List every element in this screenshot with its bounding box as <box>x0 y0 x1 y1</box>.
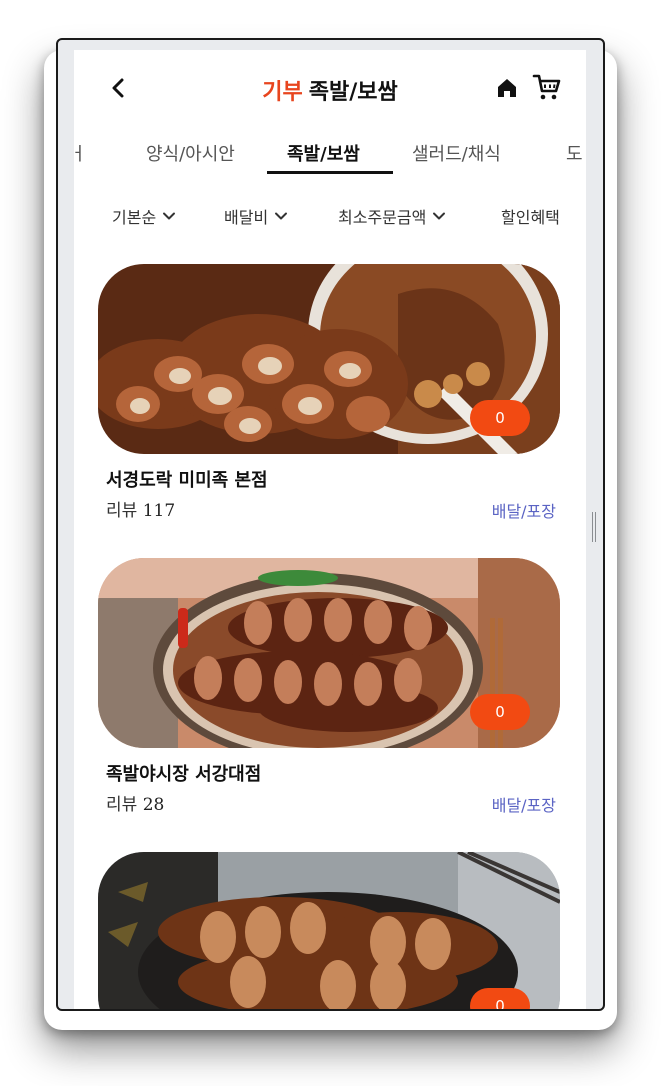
tab-partial-left[interactable]: ㅓ <box>74 140 87 166</box>
tab-salad-vegan[interactable]: 샐러드/채식 <box>412 140 501 166</box>
filter-label: 할인혜택 <box>501 208 560 227</box>
chevron-down-icon <box>433 212 446 220</box>
home-icon <box>498 79 516 97</box>
filter-sort[interactable]: 기본순 <box>112 204 176 228</box>
count-badge: 0 <box>470 988 530 1009</box>
count-badge: 0 <box>470 400 530 436</box>
delivery-type: 배달/포장 <box>491 502 556 521</box>
restaurant-name: 족발야시장 서강대점 <box>106 764 262 785</box>
filter-delivery-fee[interactable]: 배달비 <box>224 204 288 228</box>
category-title: 족발/보쌈 <box>308 80 398 105</box>
restaurant-card[interactable]: 0 족발야시장 서강대점 리뷰 28 배달/포장 <box>98 558 560 818</box>
review-info: 리뷰 28 <box>106 790 164 815</box>
review-label: 리뷰 <box>106 795 138 815</box>
brand-name: 기부 <box>262 80 303 105</box>
restaurant-card[interactable]: 0 서경도락 미미족 본점 리뷰 117 배달/포장 <box>98 264 560 524</box>
cart-button[interactable] <box>532 72 562 102</box>
restaurant-name: 서경도락 미미족 본점 <box>106 470 268 491</box>
home-button[interactable] <box>495 76 519 100</box>
filter-min-order[interactable]: 최소주문금액 <box>338 204 446 228</box>
filter-label: 배달비 <box>224 208 269 227</box>
device-frame: 기부족발/보쌈 ㅓ 양식/아시안 족 <box>56 38 605 1011</box>
scroll-handle[interactable] <box>592 512 596 542</box>
chevron-down-icon <box>275 212 288 220</box>
chevron-down-icon <box>163 212 176 220</box>
tab-partial-right[interactable]: 도 <box>566 140 583 166</box>
filter-label: 최소주문금액 <box>338 208 427 227</box>
filter-discount[interactable]: 할인혜택 <box>501 204 586 228</box>
review-count: 117 <box>142 501 176 521</box>
filter-label: 기본순 <box>112 208 157 227</box>
active-tab-indicator <box>267 171 393 174</box>
delivery-type: 배달/포장 <box>491 796 556 815</box>
tab-western-asian[interactable]: 양식/아시안 <box>146 140 235 166</box>
cart-icon <box>532 74 561 100</box>
tab-jokbal-bossam[interactable]: 족발/보쌈 <box>287 140 360 166</box>
app-screen: 기부족발/보쌈 ㅓ 양식/아시안 족 <box>74 50 586 1009</box>
top-bar: 기부 족발/보쌈 <box>74 50 586 130</box>
review-label: 리뷰 <box>106 501 138 521</box>
review-info: 리뷰 117 <box>106 496 175 521</box>
count-badge: 0 <box>470 694 530 730</box>
restaurant-card[interactable]: 0 <box>98 852 560 1009</box>
review-count: 28 <box>142 795 165 815</box>
